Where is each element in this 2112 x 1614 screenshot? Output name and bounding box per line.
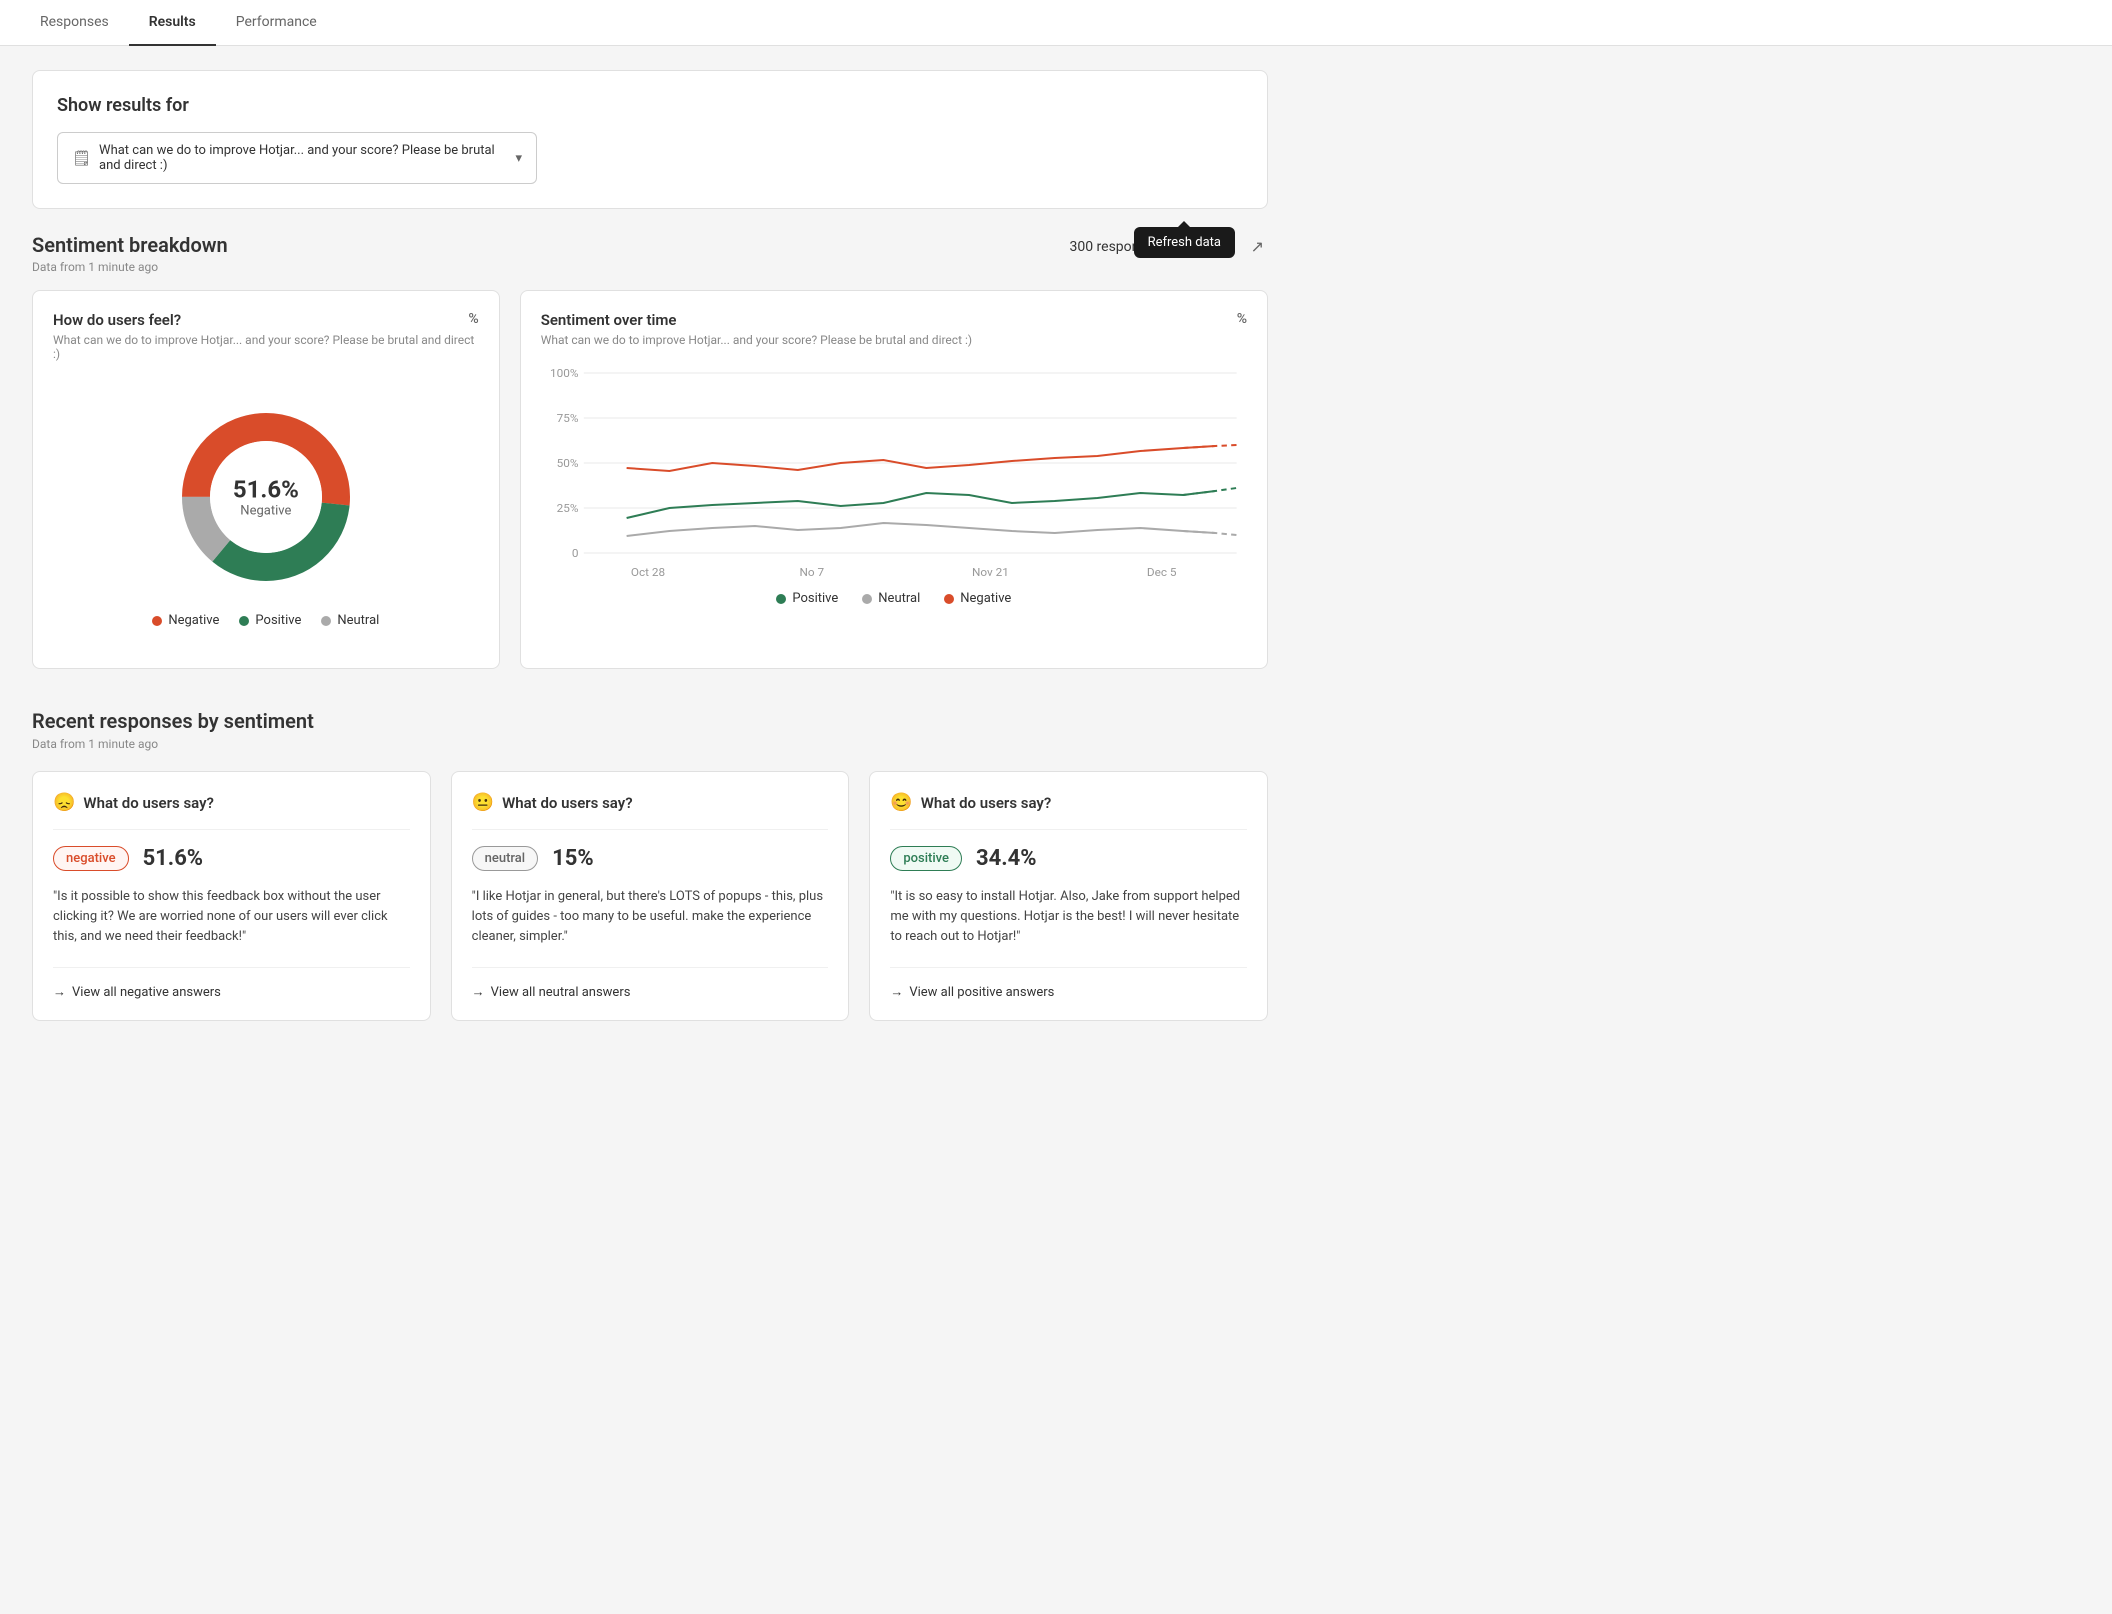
svg-text:No 7: No 7	[799, 565, 824, 579]
line-chart-title: Sentiment over time	[541, 311, 677, 329]
sentiment-icon-0: 😞	[53, 792, 75, 813]
line-legend-positive: Positive	[776, 591, 838, 606]
response-card-title-0: What do users say?	[83, 794, 214, 812]
legend-dot-negative	[152, 616, 162, 626]
view-all-negative-text: View all negative answers	[72, 985, 221, 1000]
sentiment-icon-2: 😊	[890, 792, 912, 813]
line-chart-card: Sentiment over time % What can we do to …	[520, 290, 1268, 669]
sentiment-row-1: neutral 15%	[472, 846, 829, 871]
charts-row: How do users feel? % What can we do to i…	[32, 290, 1268, 669]
legend-dot-positive	[239, 616, 249, 626]
sentiment-pct-2: 34.4%	[976, 846, 1037, 871]
donut-label: Negative	[233, 504, 299, 519]
percent-toggle[interactable]: %	[468, 311, 478, 327]
sentiment-pct-1: 15%	[552, 846, 594, 871]
badge-positive: positive	[890, 846, 962, 871]
question-select[interactable]: 🗒 What can we do to improve Hotjar... an…	[57, 132, 537, 184]
line-legend-label-positive: Positive	[792, 591, 838, 606]
tab-performance[interactable]: Performance	[216, 0, 337, 46]
line-legend-dot-negative	[944, 594, 954, 604]
donut-center-text: 51.6% Negative	[233, 476, 299, 519]
response-quote-0: "Is it possible to show this feedback bo…	[53, 887, 410, 947]
line-percent-toggle[interactable]: %	[1237, 311, 1247, 327]
donut-wrapper: 51.6% Negative	[166, 397, 366, 597]
legend-item-positive: Positive	[239, 613, 301, 628]
view-all-positive-text: View all positive answers	[909, 985, 1054, 1000]
show-results-title: Show results for	[57, 95, 1243, 116]
sentiment-pct-0: 51.6%	[143, 846, 204, 871]
tab-responses[interactable]: Responses	[20, 0, 129, 46]
line-chart-area: 100% 75% 50% 25% 0 Oct 28 No 7 Nov 21 De…	[541, 363, 1247, 583]
line-legend-dot-positive	[776, 594, 786, 604]
svg-text:Oct 28: Oct 28	[631, 565, 665, 579]
legend-item-neutral: Neutral	[321, 613, 379, 628]
donut-chart-header: How do users feel? %	[53, 311, 479, 329]
legend-item-negative: Negative	[152, 613, 219, 628]
legend-label-negative: Negative	[168, 613, 219, 628]
donut-chart-card: How do users feel? % What can we do to i…	[32, 290, 500, 669]
donut-chart-subtitle: What can we do to improve Hotjar... and …	[53, 333, 479, 361]
badge-neutral: neutral	[472, 846, 538, 871]
view-all-negative-link[interactable]: → View all negative answers	[53, 967, 410, 1000]
badge-negative: negative	[53, 846, 129, 871]
legend-label-neutral: Neutral	[337, 613, 379, 628]
response-card-positive: 😊 What do users say? positive 34.4% "It …	[869, 771, 1268, 1021]
question-text: What can we do to improve Hotjar... and …	[99, 143, 507, 173]
arrow-right-icon-2: →	[890, 984, 903, 1000]
view-all-positive-link[interactable]: → View all positive answers	[890, 967, 1247, 1000]
recent-responses-section: Recent responses by sentiment Data from …	[32, 709, 1268, 1021]
response-card-title-1: What do users say?	[502, 794, 633, 812]
share-icon-button[interactable]: ↗	[1247, 233, 1268, 261]
section-subtitle: Data from 1 minute ago	[32, 260, 228, 274]
show-results-card: Show results for 🗒 What can we do to imp…	[32, 70, 1268, 209]
response-card-header-2: 😊 What do users say?	[890, 792, 1247, 830]
tab-results[interactable]: Results	[129, 0, 216, 46]
svg-text:100%: 100%	[550, 366, 578, 380]
response-card-header-1: 😐 What do users say?	[472, 792, 829, 830]
svg-text:25%: 25%	[556, 501, 578, 515]
response-card-negative: 😞 What do users say? negative 51.6% "Is …	[32, 771, 431, 1021]
line-chart-header: Sentiment over time %	[541, 311, 1247, 329]
donut-legend: Negative Positive Neutral	[152, 613, 379, 628]
svg-text:Dec 5: Dec 5	[1147, 565, 1177, 579]
svg-text:0: 0	[572, 546, 579, 560]
line-legend-neutral: Neutral	[862, 591, 920, 606]
line-chart-legend: Positive Neutral Negative	[541, 591, 1247, 606]
line-legend-dot-neutral	[862, 594, 872, 604]
question-icon: 🗒	[72, 149, 91, 167]
line-legend-negative: Negative	[944, 591, 1011, 606]
responses-grid: 😞 What do users say? negative 51.6% "Is …	[32, 771, 1268, 1021]
svg-text:75%: 75%	[556, 411, 578, 425]
line-chart-svg: 100% 75% 50% 25% 0 Oct 28 No 7 Nov 21 De…	[541, 363, 1247, 583]
response-card-neutral: 😐 What do users say? neutral 15% "I like…	[451, 771, 850, 1021]
arrow-right-icon-1: →	[472, 984, 485, 1000]
svg-text:50%: 50%	[556, 456, 578, 470]
donut-container: 51.6% Negative Negative Positive	[53, 377, 479, 648]
legend-dot-neutral	[321, 616, 331, 626]
recent-section-title: Recent responses by sentiment	[32, 709, 1268, 733]
sentiment-icon-1: 😐	[472, 792, 494, 813]
arrow-right-icon-0: →	[53, 984, 66, 1000]
response-card-header-0: 😞 What do users say?	[53, 792, 410, 830]
legend-label-positive: Positive	[255, 613, 301, 628]
svg-text:Nov 21: Nov 21	[972, 565, 1009, 579]
view-all-neutral-text: View all neutral answers	[491, 985, 631, 1000]
response-card-title-2: What do users say?	[921, 794, 1052, 812]
response-quote-2: "It is so easy to install Hotjar. Also, …	[890, 887, 1247, 947]
tabs-bar: Responses Results Performance	[0, 0, 2112, 46]
section-title: Sentiment breakdown	[32, 233, 228, 257]
refresh-tooltip[interactable]: Refresh data	[1134, 227, 1235, 258]
view-all-neutral-link[interactable]: → View all neutral answers	[472, 967, 829, 1000]
sentiment-breakdown-header: Sentiment breakdown Data from 1 minute a…	[32, 233, 1268, 274]
sentiment-row-2: positive 34.4%	[890, 846, 1247, 871]
donut-pct: 51.6%	[233, 476, 299, 504]
response-quote-1: "I like Hotjar in general, but there's L…	[472, 887, 829, 947]
donut-chart-title: How do users feel?	[53, 311, 181, 329]
line-chart-subtitle: What can we do to improve Hotjar... and …	[541, 333, 1247, 347]
line-legend-label-neutral: Neutral	[878, 591, 920, 606]
chevron-down-icon: ▾	[515, 151, 522, 166]
line-legend-label-negative: Negative	[960, 591, 1011, 606]
sentiment-row-0: negative 51.6%	[53, 846, 410, 871]
recent-section-subtitle: Data from 1 minute ago	[32, 737, 1268, 751]
